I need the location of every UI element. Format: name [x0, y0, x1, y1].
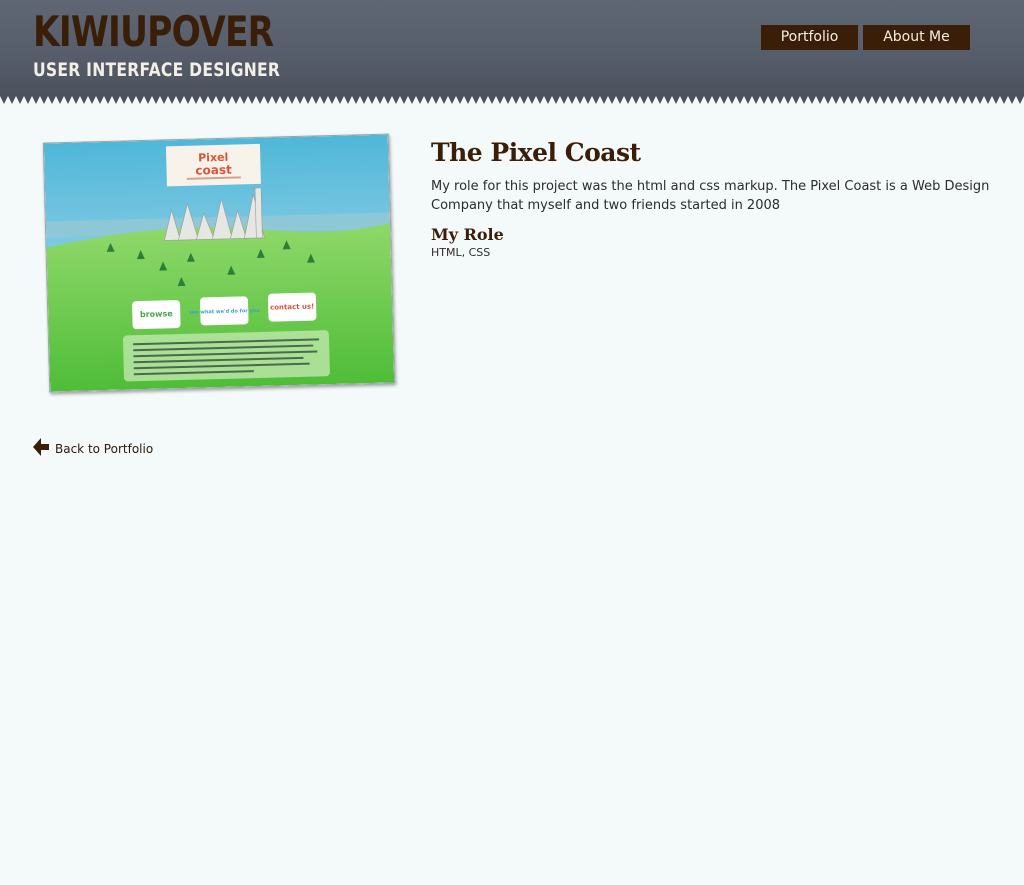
back-to-portfolio-link[interactable]: Back to Portfolio	[32, 437, 153, 461]
project-thumbnail[interactable]: Pixel coast browse see what we'd do for …	[42, 133, 398, 396]
site-header: KIWIUPOVER USER INTERFACE DESIGNER Portf…	[0, 0, 1024, 96]
nav-about-me-button[interactable]: About Me	[863, 25, 970, 50]
role-heading: My Role	[431, 225, 504, 244]
project-title: The Pixel Coast	[431, 138, 641, 167]
thumb-logo-line2: coast	[195, 163, 232, 178]
back-to-portfolio-label: Back to Portfolio	[55, 442, 154, 456]
role-text: HTML, CSS	[431, 246, 491, 259]
header-zigzag-edge	[0, 96, 1024, 106]
project-screenshot-image: Pixel coast browse see what we'd do for …	[42, 133, 396, 393]
thumb-contact-text: contact us!	[270, 303, 314, 312]
main-nav: Portfolio About Me	[761, 25, 970, 50]
nav-portfolio-button[interactable]: Portfolio	[761, 25, 858, 50]
project-description: My role for this project was the html an…	[431, 179, 990, 213]
thumb-browse-text: browse	[140, 309, 174, 319]
arrow-left-icon	[32, 437, 50, 461]
logo-title[interactable]: KIWIUPOVER	[33, 6, 274, 58]
logo-subtitle: USER INTERFACE DESIGNER	[33, 59, 281, 81]
